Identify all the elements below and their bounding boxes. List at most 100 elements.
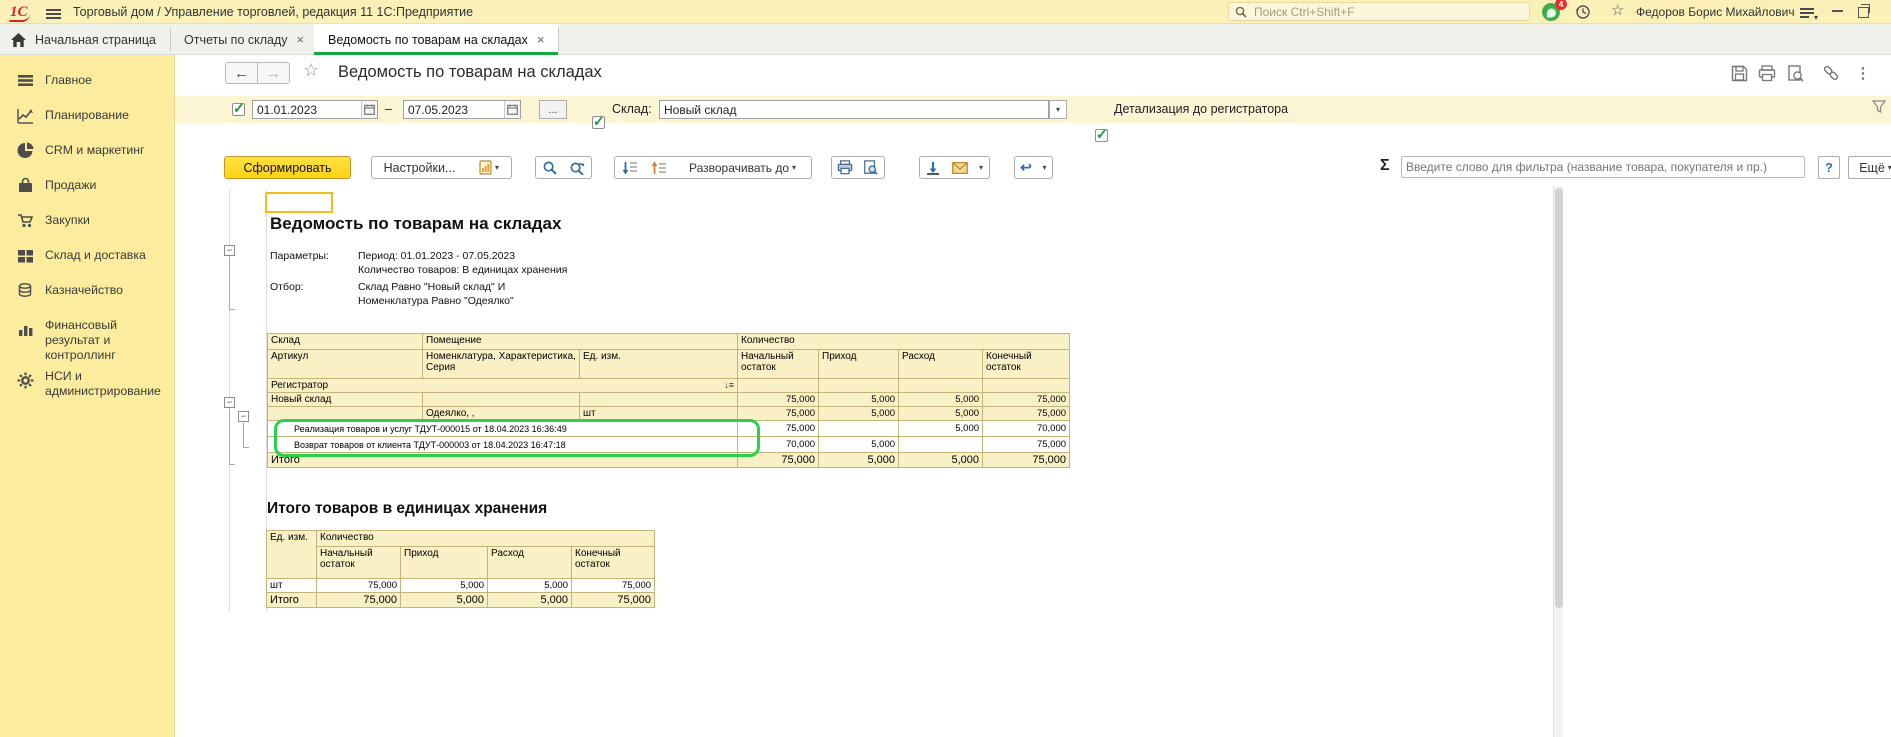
sort-icon[interactable]: ↓≡ [724,380,734,390]
calendar-icon[interactable] [504,101,520,118]
expand-groups-button[interactable] [644,156,675,179]
col-header-expense[interactable]: Расход [899,350,983,379]
undo-dropdown[interactable]: ▾ [1037,156,1053,179]
report-title: Ведомость по товарам на складах [270,214,561,234]
col-header-room[interactable]: Помещение [423,334,738,350]
forward-button[interactable]: → [257,62,290,84]
quick-filter-input[interactable] [1402,160,1804,174]
col-header-opening[interactable]: Начальный остаток [317,547,401,579]
back-button[interactable]: ← [225,62,258,84]
expand-to-dropdown[interactable]: Разворачивать до▾ [674,156,812,179]
warehouse-input[interactable] [660,103,1048,117]
gear-icon [17,372,34,389]
warehouse-dropdown-button[interactable]: ▾ [1049,100,1067,119]
date-from-input[interactable] [253,103,361,117]
date-to-field[interactable] [403,100,521,119]
filter-funnel-icon[interactable] [1872,100,1886,113]
calendar-icon[interactable] [361,101,377,118]
col-header-closing[interactable]: Конечный остаток [983,350,1070,379]
date-from-field[interactable] [252,100,378,119]
help-button[interactable]: ? [1818,156,1840,179]
global-search[interactable] [1228,2,1530,21]
sidebar-item-main[interactable]: Главное [0,72,175,102]
report-scrollbar[interactable] [1553,186,1563,737]
print-button[interactable] [831,156,858,179]
sidebar-item-warehouse[interactable]: Склад и доставка [0,247,175,277]
sidebar-item-planning[interactable]: Планирование [0,107,175,137]
send-mail-button[interactable] [946,156,974,179]
sidebar-item-finance[interactable]: Финансовый результат и контроллинг [0,317,175,361]
close-icon[interactable]: × [297,33,305,46]
notifications-icon[interactable]: 4 [1541,2,1563,22]
service-menu-icon[interactable]: ▾ [1800,6,1818,20]
print-icon[interactable] [1756,62,1778,84]
tab-goods-statement[interactable]: Ведомость по товарам на складах × [314,24,558,55]
group-collapse-item[interactable]: − [238,411,249,422]
warehouse-checkbox[interactable]: ✓ [592,116,605,129]
more-button[interactable]: Ещё▾ [1848,156,1891,179]
col-header-opening[interactable]: Начальный остаток [738,350,819,379]
more-actions-icon[interactable]: ⋮ [1852,62,1874,84]
save-report-button[interactable] [919,156,947,179]
cell-warehouse[interactable]: Новый склад [268,393,423,407]
scrollbar-thumb[interactable] [1555,188,1563,608]
generate-button[interactable]: Сформировать [224,156,351,179]
save-icon[interactable] [1728,62,1750,84]
preview-button[interactable] [857,156,885,179]
sigma-icon[interactable]: Σ [1380,157,1390,175]
col-header-warehouse[interactable]: Склад [268,334,423,350]
cell-total-label[interactable]: Итого [268,453,738,468]
tab-warehouse-reports[interactable]: Отчеты по складу × [170,24,314,55]
col-header-unit[interactable]: Ед. изм. [580,350,738,379]
link-icon[interactable] [1820,62,1842,84]
col-header-nomenclature[interactable]: Номенклатура, Характеристика, Серия [423,350,580,379]
col-header-income[interactable]: Приход [401,547,488,579]
sidebar-item-crm[interactable]: CRM и маркетинг [0,142,175,172]
group-collapse-header[interactable]: − [224,245,235,256]
sidebar-item-admin[interactable]: НСИ и администрирование [0,368,175,412]
find-button[interactable] [535,156,564,179]
col-header-registrar[interactable]: Регистратор ↓≡ [268,379,738,393]
restore-button[interactable] [1858,7,1869,18]
report-variants-button[interactable]: ▾ [467,156,512,179]
group-collapse-warehouse[interactable]: − [224,397,235,408]
selected-cell-cursor[interactable] [265,192,333,213]
col-header-quantity[interactable]: Количество [738,334,1070,350]
send-mail-dropdown[interactable]: ▾ [973,156,990,179]
col-header-quantity[interactable]: Количество [317,531,655,547]
table-row-item-group: Одеялко, , шт 75,000 5,000 5,000 75,000 [268,407,1070,421]
collapse-groups-button[interactable] [614,156,645,179]
cell-registrar-doc[interactable]: Возврат товаров от клиента ТДУТ-000003 о… [268,437,738,453]
sidebar-item-purchases[interactable]: Закупки [0,212,175,242]
current-user[interactable]: Федоров Борис Михайлович [1636,0,1795,24]
detail-checkbox[interactable]: ✓ [1095,129,1108,142]
history-icon[interactable] [1575,4,1591,20]
favorite-star-icon[interactable]: ☆ [303,60,319,81]
cell-unit[interactable]: шт [580,407,738,421]
cell-nomenclature[interactable]: Одеялко, , [423,407,580,421]
close-icon[interactable]: × [537,33,545,46]
minimize-button[interactable] [1832,10,1843,12]
quick-filter-field[interactable] [1401,156,1805,178]
col-header-income[interactable]: Приход [819,350,899,379]
period-checkbox[interactable]: ✓ [232,103,245,116]
col-header-expense[interactable]: Расход [488,547,572,579]
sidebar-item-treasury[interactable]: Казначейство [0,282,175,312]
totals-row-unit: шт 75,000 5,000 5,000 75,000 [267,579,655,593]
main-menu-icon[interactable] [46,7,61,21]
favorites-star-icon[interactable]: ☆ [1611,1,1624,19]
col-header-article[interactable]: Артикул [268,350,423,379]
search-input[interactable] [1252,4,1521,20]
print-preview-icon[interactable] [1784,62,1806,84]
settings-button[interactable]: Настройки... [371,156,468,179]
date-to-input[interactable] [404,103,504,117]
cell-registrar-doc[interactable]: Реализация товаров и услуг ТДУТ-000015 о… [268,421,738,437]
col-header-closing[interactable]: Конечный остаток [572,547,655,579]
undo-button[interactable]: ↩ [1014,156,1038,179]
period-options-button[interactable]: ... [539,100,567,119]
find-next-button[interactable] [563,156,592,179]
sidebar-item-sales[interactable]: Продажи [0,177,175,207]
warehouse-field[interactable] [659,100,1049,119]
tab-home[interactable]: Начальная страница [0,24,170,55]
col-header-unit[interactable]: Ед. изм. [267,531,317,579]
